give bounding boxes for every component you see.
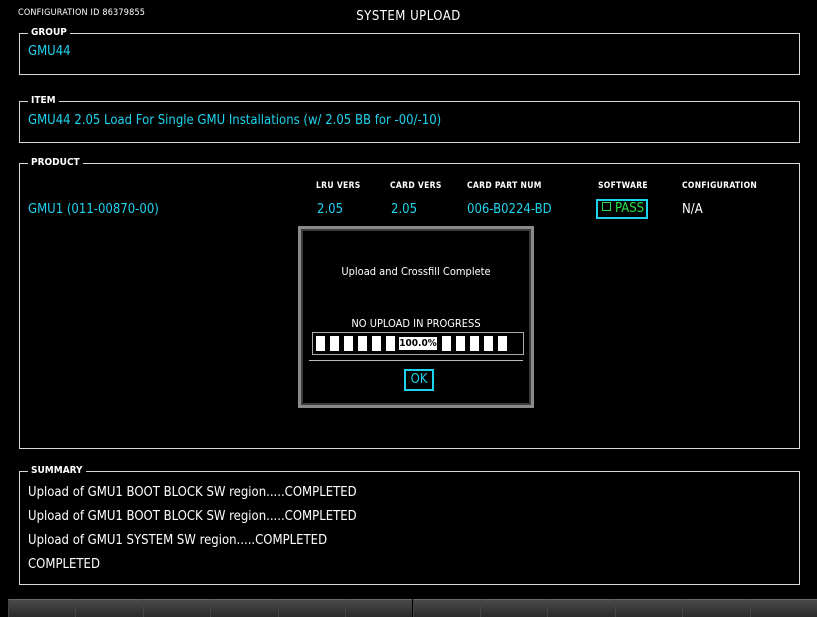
group-legend: GROUP xyxy=(28,27,70,39)
product-card-vers: 2.05 xyxy=(391,202,418,217)
item-value[interactable]: GMU44 2.05 Load For Single GMU Installat… xyxy=(28,113,441,128)
progress-segment xyxy=(358,336,367,351)
summary-line: Upload of GMU1 SYSTEM SW region.....COMP… xyxy=(28,533,328,548)
progress-segment xyxy=(330,336,339,351)
product-configuration: N/A xyxy=(682,202,703,217)
progress-segment xyxy=(372,336,381,351)
column-header-configuration: CONFIGURATION xyxy=(682,181,758,191)
softkey-12[interactable] xyxy=(749,599,817,617)
product-name: GMU1 (011-00870-00) xyxy=(28,202,159,217)
ok-button[interactable]: OK xyxy=(404,369,434,391)
product-legend: PRODUCT xyxy=(28,157,83,169)
column-header-card-part-num: CARD PART NUM xyxy=(467,181,542,191)
progress-segment xyxy=(442,336,451,351)
progress-segment xyxy=(316,336,325,351)
progress-percent: 100.0% xyxy=(399,337,437,350)
group-value[interactable]: GMU44 xyxy=(28,44,71,59)
software-status-button[interactable]: PASS xyxy=(596,199,648,219)
softkey-8[interactable] xyxy=(479,599,548,617)
summary-line: Upload of GMU1 BOOT BLOCK SW region.....… xyxy=(28,509,357,524)
softkey-9[interactable] xyxy=(547,599,615,617)
progress-segment xyxy=(470,336,479,351)
dialog-message: Upload and Crossfill Complete xyxy=(341,265,491,278)
softkey-2[interactable] xyxy=(75,599,143,617)
progress-segment xyxy=(498,336,507,351)
progress-segment xyxy=(484,336,493,351)
upload-complete-dialog: Upload and Crossfill Complete NO UPLOAD … xyxy=(298,226,534,408)
upload-progress-bar: 100.0% xyxy=(312,332,524,355)
product-card-part-num: 006-B0224-BD xyxy=(467,202,552,217)
softkey-3[interactable] xyxy=(142,599,211,617)
progress-segment xyxy=(344,336,353,351)
dialog-status: NO UPLOAD IN PROGRESS xyxy=(351,317,481,330)
column-header-lru-vers: LRU VERS xyxy=(316,181,361,191)
checkbox-icon xyxy=(602,202,611,211)
softkey-6[interactable] xyxy=(345,599,413,617)
softkey-11[interactable] xyxy=(682,599,750,617)
product-lru-vers: 2.05 xyxy=(317,202,344,217)
summary-line: Upload of GMU1 BOOT BLOCK SW region.....… xyxy=(28,485,357,500)
progress-segment xyxy=(456,336,465,351)
summary-line: COMPLETED xyxy=(28,557,100,572)
softkey-10[interactable] xyxy=(614,599,683,617)
page-title: SYSTEM UPLOAD xyxy=(356,9,461,24)
column-header-software: SOFTWARE xyxy=(598,181,648,191)
group-box: GROUP xyxy=(19,27,800,75)
summary-legend: SUMMARY xyxy=(28,465,86,477)
softkey-7[interactable] xyxy=(412,599,480,617)
software-status-label: PASS xyxy=(615,201,645,216)
dialog-divider xyxy=(309,360,523,361)
softkey-bar xyxy=(8,599,817,617)
item-legend: ITEM xyxy=(28,95,59,107)
column-header-card-vers: CARD VERS xyxy=(390,181,442,191)
softkey-5[interactable] xyxy=(277,599,346,617)
progress-segment xyxy=(386,336,395,351)
softkey-4[interactable] xyxy=(210,599,278,617)
softkey-1[interactable] xyxy=(8,599,76,617)
